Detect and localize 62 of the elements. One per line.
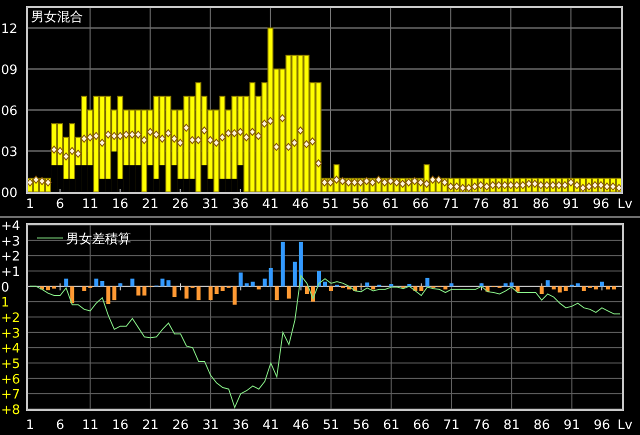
axis-label: 66 xyxy=(412,197,429,212)
axis-label: 1 xyxy=(26,197,34,212)
axis-label: +1 xyxy=(1,265,20,280)
axis-label: 31 xyxy=(202,418,219,433)
axis-label: 00 xyxy=(1,186,18,201)
axis-label: 31 xyxy=(202,197,219,212)
axis-label: Lv xyxy=(618,197,632,212)
axis-label: 61 xyxy=(382,418,400,433)
axis-label: 51 xyxy=(322,418,340,433)
axis-label: 81 xyxy=(502,197,520,212)
chart-title: 男女混合 xyxy=(31,10,83,25)
axis-label: 61 xyxy=(382,197,399,212)
axis-label: 11 xyxy=(82,418,98,433)
axis-label: 71 xyxy=(443,418,460,433)
axis-label: 36 xyxy=(232,197,249,212)
axis-label: 41 xyxy=(262,197,279,212)
axis-label: 0 xyxy=(1,280,10,296)
axis-label: 26 xyxy=(172,418,189,433)
axis-label: 86 xyxy=(532,197,550,212)
legend-label: 男女差積算 xyxy=(66,232,131,247)
axis-label: 09 xyxy=(1,63,18,78)
axis-label: 46 xyxy=(292,418,310,433)
axis-label: 76 xyxy=(472,197,490,212)
axis-label: +3 xyxy=(1,234,20,250)
axis-label: 36 xyxy=(232,418,249,433)
axis-label: 81 xyxy=(503,418,520,433)
axis-label: +3 xyxy=(1,326,20,342)
axis-label: 91 xyxy=(564,418,580,433)
axis-label: 6 xyxy=(56,418,64,433)
axis-label: 96 xyxy=(592,197,610,212)
axis-label: 11 xyxy=(82,197,98,212)
axis-label: 6 xyxy=(56,197,64,212)
axis-label: 66 xyxy=(413,418,430,433)
axis-label: 86 xyxy=(533,418,550,433)
axis-label: Lv xyxy=(618,418,632,433)
axis-label: 51 xyxy=(322,197,339,212)
axis-label: 1 xyxy=(26,418,34,433)
axis-label: 71 xyxy=(442,197,459,212)
axis-label: 46 xyxy=(292,197,309,212)
axis-label: 56 xyxy=(352,197,369,212)
axis-label: +4 xyxy=(1,342,20,357)
axis-label: 91 xyxy=(562,197,580,212)
axis-label: 06 xyxy=(1,104,18,119)
axis-label: +2 xyxy=(1,311,20,326)
axis-label: 21 xyxy=(142,197,158,212)
axis-label: 41 xyxy=(262,418,280,433)
axis-label: 1 xyxy=(1,296,10,311)
axis-label: +4 xyxy=(1,219,20,234)
axis-label: 03 xyxy=(1,145,18,160)
axis-label: +7 xyxy=(1,388,20,403)
axis-label: 26 xyxy=(172,197,189,212)
axis-label: +6 xyxy=(1,372,20,388)
axis-label: +8 xyxy=(1,403,20,418)
axis-label: 12 xyxy=(1,22,18,37)
axis-label: 76 xyxy=(473,418,490,433)
axis-label: +2 xyxy=(1,250,20,265)
axis-label: 21 xyxy=(142,418,159,433)
axis-label: 96 xyxy=(594,418,610,433)
axis-label: 16 xyxy=(112,418,129,433)
axis-label: +5 xyxy=(1,357,20,372)
axis-label: 16 xyxy=(112,197,128,212)
axis-label: 56 xyxy=(352,418,370,433)
